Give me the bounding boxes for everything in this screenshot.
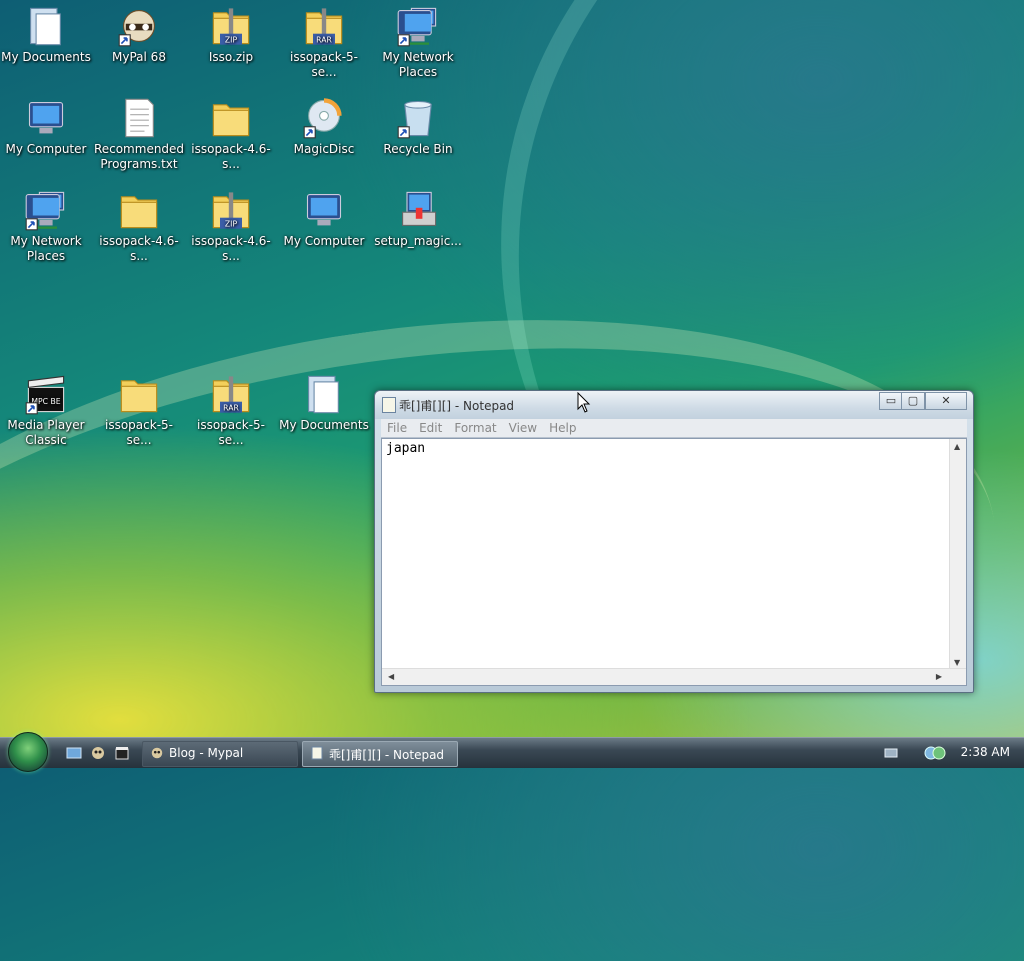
clock[interactable]: 2:38 AM <box>961 745 1010 759</box>
keyboard-icon[interactable] <box>884 747 898 759</box>
folder-icon <box>120 380 158 413</box>
notepad-titlebar[interactable]: 乖[]甫[][] - Notepad ▭ ▢ ✕ <box>375 391 973 419</box>
start-button[interactable] <box>8 732 48 772</box>
network-computers-icon <box>25 191 65 231</box>
mypal-icon[interactable] <box>90 745 106 761</box>
desktop-icon[interactable]: My Network Places <box>0 188 92 264</box>
magicdisc-icon <box>303 98 342 139</box>
desktop-icon[interactable]: MyPal 68 <box>93 4 185 65</box>
menu-file[interactable]: File <box>381 419 413 437</box>
desktop-icon-label: My Computer <box>5 142 87 156</box>
rar-folder-icon: RAR <box>305 8 343 45</box>
desktop-icon-label: My Documents <box>279 418 369 432</box>
desktop-icon[interactable]: MPC BE Media Player Classic <box>0 372 92 448</box>
menu-help[interactable]: Help <box>543 419 582 437</box>
desktop-icon[interactable]: Recommended Programs.txt <box>93 96 185 172</box>
scroll-right-icon[interactable]: ▶ <box>936 672 942 681</box>
folder-icon <box>120 196 158 229</box>
vertical-scrollbar[interactable]: ▲ ▼ <box>949 439 966 669</box>
notepad-icon <box>311 746 323 760</box>
task-button-notepad[interactable]: 乖[]甫[][] - Notepad <box>302 741 458 767</box>
minimize-button[interactable]: ▭ <box>879 392 903 410</box>
scroll-up-icon[interactable]: ▲ <box>954 442 960 451</box>
installer-icon <box>402 191 437 226</box>
desktop-icon[interactable]: RAR issopack-5-se... <box>185 372 277 448</box>
desktop-icon[interactable]: issopack-4.6-s... <box>93 188 185 264</box>
desktop-icon-label: issopack-4.6-s... <box>99 234 179 263</box>
desktop-icon[interactable]: My Network Places <box>372 4 464 80</box>
raccoon-app-icon <box>151 747 163 759</box>
menu-bar: File Edit Format View Help <box>381 419 967 438</box>
desktop-icon-label: My Network Places <box>382 50 454 79</box>
menu-format[interactable]: Format <box>448 419 502 437</box>
zip-folder-icon: ZIP <box>212 192 250 229</box>
text-file-icon <box>125 98 154 138</box>
task-label: Blog - Mypal <box>169 746 244 760</box>
desktop-icon-label: issopack-4.6-s... <box>191 234 271 263</box>
mouse-cursor-icon <box>577 392 591 413</box>
desktop-icon-label: issopack-5-se... <box>290 50 358 79</box>
desktop-icon[interactable]: issopack-5-se... <box>93 372 185 448</box>
editor-content[interactable]: japan <box>386 441 425 456</box>
media-player-icon: MPC BE <box>25 375 65 415</box>
taskbar: Blog - Mypal 乖[]甫[][] - Notepad 2:38 AM <box>0 732 1024 772</box>
desktop-icon-label: My Network Places <box>10 234 82 263</box>
desktop-icon-label: Recommended Programs.txt <box>93 142 185 171</box>
horizontal-scrollbar[interactable]: ◀ ▶ <box>382 668 966 685</box>
desktop-icon-label: setup_magic... <box>374 234 462 248</box>
desktop-icon[interactable]: issopack-4.6-s... <box>185 96 277 172</box>
desktop-icon-label: issopack-5-se... <box>105 418 173 447</box>
svg-text:RAR: RAR <box>223 404 239 413</box>
text-editor-area[interactable]: japan ▲ ▼ ◀ ▶ <box>381 438 967 686</box>
scroll-down-icon[interactable]: ▼ <box>954 658 960 667</box>
folder-icon <box>212 104 250 137</box>
desktop-icon-label: issopack-5-se... <box>197 418 265 447</box>
notepad-window[interactable]: 乖[]甫[][] - Notepad ▭ ▢ ✕ File Edit Format V… <box>374 390 974 693</box>
desktop-icon[interactable]: My Computer <box>0 96 92 157</box>
desktop-icon[interactable]: MagicDisc <box>278 96 370 157</box>
computer-icon <box>28 102 64 134</box>
desktop-icon-label: Media Player Classic <box>7 418 85 447</box>
desktop-icon-label: My Documents <box>1 50 91 64</box>
task-button-mypal[interactable]: Blog - Mypal <box>142 741 298 767</box>
network-icon[interactable] <box>924 745 946 761</box>
notepad-icon <box>382 397 396 413</box>
desktop-icon[interactable]: RAR issopack-5-se... <box>278 4 370 80</box>
desktop-icon-label: Isso.zip <box>208 50 254 64</box>
documents-folder-icon <box>308 375 339 414</box>
computer-icon <box>306 194 342 226</box>
media-player-icon[interactable] <box>114 745 130 761</box>
task-label: 乖[]甫[][] - Notepad <box>329 748 445 762</box>
raccoon-app-icon <box>118 10 155 47</box>
desktop-icon[interactable]: setup_magic... <box>372 188 464 249</box>
scroll-left-icon[interactable]: ◀ <box>388 672 394 681</box>
desktop-icon[interactable]: Recycle Bin <box>372 96 464 157</box>
rar-folder-icon: RAR <box>212 376 250 413</box>
desktop-icon[interactable]: ZIP Isso.zip <box>185 4 277 65</box>
window-title: 乖[]甫[][] - Notepad <box>399 399 515 413</box>
show-desktop-icon[interactable] <box>66 745 82 761</box>
close-button[interactable]: ✕ <box>925 392 967 410</box>
documents-folder-icon <box>30 7 61 46</box>
desktop-icon[interactable]: My Computer <box>278 188 370 249</box>
svg-text:ZIP: ZIP <box>225 220 238 229</box>
desktop-icon[interactable]: My Documents <box>0 4 92 65</box>
desktop-icon[interactable]: ZIP issopack-4.6-s... <box>185 188 277 264</box>
desktop-icon-label: My Computer <box>283 234 365 248</box>
desktop-icon-label: issopack-4.6-s... <box>191 142 271 171</box>
desktop-icon-label: MyPal 68 <box>112 50 166 64</box>
recycle-bin-icon <box>397 100 432 139</box>
menu-edit[interactable]: Edit <box>413 419 448 437</box>
desktop-icon-label: MagicDisc <box>293 142 355 156</box>
maximize-button[interactable]: ▢ <box>901 392 925 410</box>
desktop-icon-label: Recycle Bin <box>383 142 453 156</box>
svg-text:RAR: RAR <box>316 36 332 45</box>
zip-folder-icon: ZIP <box>212 8 250 45</box>
menu-view[interactable]: View <box>503 419 543 437</box>
svg-text:ZIP: ZIP <box>225 36 238 45</box>
network-computers-icon <box>397 7 437 47</box>
desktop-icon[interactable]: My Documents <box>278 372 370 433</box>
